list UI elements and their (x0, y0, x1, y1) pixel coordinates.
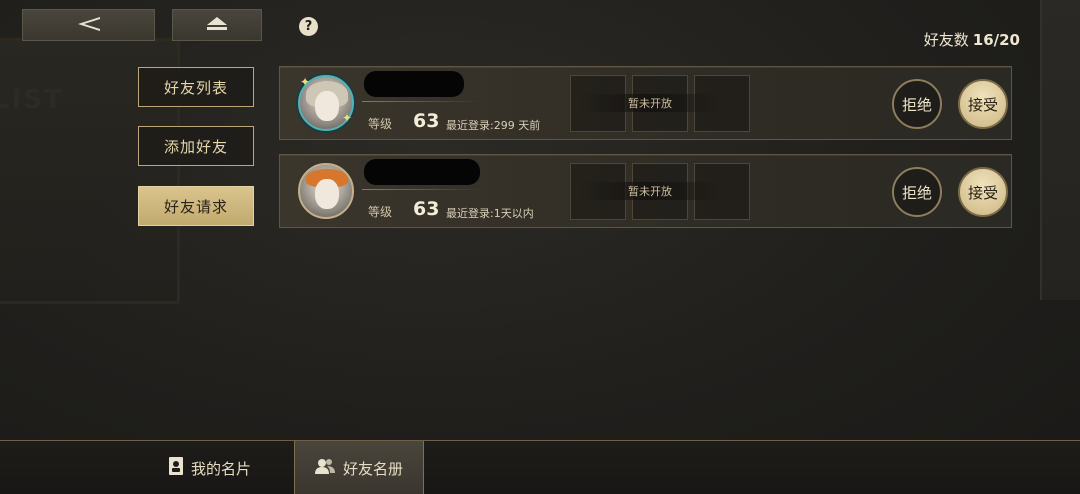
player-name-redacted (364, 71, 464, 97)
name-divider (362, 101, 482, 102)
users-icon (314, 458, 335, 478)
player-name-redacted (364, 159, 480, 185)
slot-status: 暂未开放 (580, 94, 720, 112)
eject-icon (207, 16, 227, 35)
sparkle-icon: ✦ (342, 111, 353, 125)
tab-add-friend[interactable]: 添加好友 (138, 126, 254, 166)
tab-my-card-label: 我的名片 (190, 459, 251, 478)
level-label: 等级 (368, 117, 393, 131)
level-value: 63 (413, 198, 440, 220)
avatar[interactable] (298, 163, 354, 219)
help-icon[interactable]: ? (299, 17, 318, 36)
friend-count-label: 好友数 (923, 31, 969, 49)
level-label: 等级 (368, 205, 393, 219)
tab-friend-requests[interactable]: 好友请求 (138, 186, 254, 226)
slot-status: 暂未开放 (580, 182, 720, 200)
back-button[interactable] (22, 9, 155, 41)
home-button[interactable] (172, 9, 262, 41)
tab-friend-roster-label: 好友名册 (342, 459, 403, 478)
accept-button[interactable]: 接受 (958, 167, 1008, 217)
reject-button[interactable]: 拒绝 (892, 167, 942, 217)
tab-friend-list[interactable]: 好友列表 (138, 67, 254, 107)
last-login: 最近登录:299 天前 (446, 119, 541, 132)
background-panel-right (1040, 0, 1080, 300)
friend-request-card: ✦ ✦ 等级 63 最近登录:299 天前 暂未开放 拒绝 接受 (279, 66, 1012, 140)
background-panel-text: LIST (0, 85, 64, 115)
level-value: 63 (413, 110, 440, 132)
id-card-icon (168, 457, 183, 479)
tab-friend-roster[interactable]: 好友名册 (294, 441, 424, 494)
bottom-nav: 我的名片 好友名册 (0, 440, 1080, 494)
sparkle-icon: ✦ (300, 75, 311, 89)
friend-count: 好友数 16/20 (924, 29, 1020, 50)
tab-my-card[interactable]: 我的名片 (150, 441, 270, 494)
back-arrow-icon (77, 16, 100, 35)
name-divider (362, 189, 482, 190)
friend-count-value: 16/20 (972, 31, 1020, 49)
last-login: 最近登录:1天以内 (446, 207, 534, 220)
reject-button[interactable]: 拒绝 (892, 79, 942, 129)
accept-button[interactable]: 接受 (958, 79, 1008, 129)
friend-request-card: 等级 63 最近登录:1天以内 暂未开放 拒绝 接受 (279, 154, 1012, 228)
